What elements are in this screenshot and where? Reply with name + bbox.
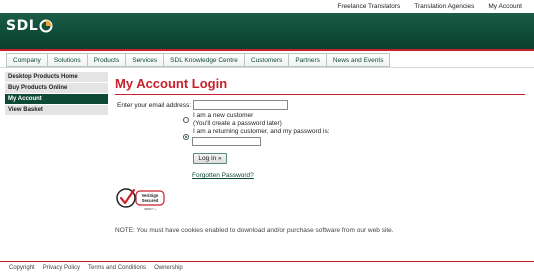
email-label: Enter your email address:	[117, 101, 192, 109]
nav-products[interactable]: Products	[86, 53, 127, 67]
main-navigation: Company Solutions Products Services SDL …	[0, 51, 534, 68]
sidebar-item-view-basket[interactable]: View Basket	[5, 105, 108, 116]
main-content: My Account Login	[115, 76, 520, 91]
login-button[interactable]: Log in »	[193, 153, 227, 164]
footer-link-terms[interactable]: Terms and Conditions	[88, 265, 146, 271]
footer: Copyright Privacy Policy Terms and Condi…	[9, 265, 183, 271]
seal-secured-text: Secured	[142, 198, 159, 203]
logo-swirl-icon	[39, 19, 53, 33]
verisign-secured-seal[interactable]: VeriSign Secured VERIFY »	[116, 185, 166, 213]
footer-link-privacy-policy[interactable]: Privacy Policy	[43, 265, 80, 271]
cookie-note: NOTE: You must have cookies enabled to d…	[115, 227, 394, 234]
nav-company[interactable]: Company	[6, 53, 48, 67]
logo-text: SDL	[6, 18, 39, 34]
new-customer-radio[interactable]	[183, 117, 189, 123]
nav-partners[interactable]: Partners	[288, 53, 327, 67]
sdl-logo[interactable]: SDL	[6, 18, 53, 34]
top-link-translation-agencies[interactable]: Translation Agencies	[414, 3, 474, 10]
top-link-my-account[interactable]: My Account	[488, 3, 522, 10]
top-utility-bar: Freelance Translators Translation Agenci…	[0, 0, 534, 13]
page-title: My Account Login	[115, 76, 228, 91]
new-customer-option: I am a new customer (You'll create a pas…	[193, 112, 282, 127]
title-divider	[115, 94, 525, 95]
sidebar-item-buy-products-online[interactable]: Buy Products Online	[5, 83, 108, 94]
sidebar-item-my-account[interactable]: My Account	[5, 94, 108, 105]
footer-divider	[0, 261, 534, 262]
header-banner: SDL	[0, 13, 534, 50]
sidebar-item-desktop-products-home[interactable]: Desktop Products Home	[5, 72, 108, 83]
footer-link-copyright[interactable]: Copyright	[9, 265, 35, 271]
footer-link-ownership[interactable]: Ownership	[154, 265, 183, 271]
nav-services[interactable]: Services	[125, 53, 165, 67]
returning-customer-radio[interactable]	[183, 134, 189, 140]
top-link-freelance-translators[interactable]: Freelance Translators	[337, 3, 400, 10]
seal-verify-text: VERIFY »	[144, 207, 157, 211]
nav-news-events[interactable]: News and Events	[325, 53, 391, 67]
forgotten-password-link[interactable]: Forgotten Password?	[192, 172, 254, 179]
new-customer-hint: (You'll create a password later)	[193, 119, 282, 127]
returning-customer-label: I am a returning customer, and my passwo…	[193, 128, 330, 135]
sidebar: Desktop Products Home Buy Products Onlin…	[5, 72, 108, 116]
password-field[interactable]	[192, 137, 261, 146]
nav-customers[interactable]: Customers	[243, 53, 290, 67]
nav-solutions[interactable]: Solutions	[46, 53, 88, 67]
top-links: Freelance Translators Translation Agenci…	[337, 3, 522, 10]
nav-knowledge-centre[interactable]: SDL Knowledge Centre	[163, 53, 245, 67]
new-customer-label: I am a new customer	[193, 112, 254, 119]
email-row: Enter your email address:	[117, 100, 289, 110]
email-field[interactable]	[193, 100, 289, 110]
